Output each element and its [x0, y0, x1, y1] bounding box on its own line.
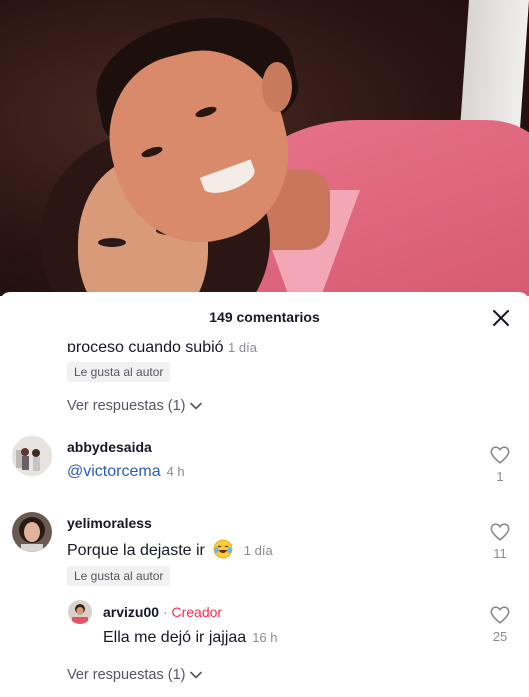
comment-body: @victorcema 4 h [67, 463, 185, 481]
boy-ear [262, 62, 292, 112]
view-replies-button[interactable]: Ver respuestas (1) [67, 667, 203, 683]
reply-username[interactable]: arvizu00 · Creador [103, 604, 222, 620]
mention-link[interactable]: @victorcema [67, 463, 161, 480]
heart-icon [490, 523, 510, 541]
close-icon[interactable] [491, 308, 511, 328]
heart-icon [490, 446, 510, 464]
comment-text: proceso cuando subió [67, 339, 224, 352]
video-frame[interactable] [0, 0, 529, 296]
separator-dot: · [162, 604, 168, 620]
comment-time: 1 día [243, 543, 273, 558]
comment-time: 4 h [166, 464, 185, 479]
like-button[interactable]: 25 [480, 604, 520, 644]
reply-body: Ella me dejó ir jajjaa 16 h [103, 629, 278, 647]
like-button[interactable]: 11 [480, 521, 520, 561]
like-button[interactable]: 1 [480, 444, 520, 484]
view-replies-button[interactable]: Ver respuestas (1) [67, 398, 203, 414]
reply-username-text: arvizu00 [103, 604, 160, 620]
liked-by-author-badge: Le gusta al autor [67, 566, 171, 586]
comment-username[interactable]: yelimoraless [67, 515, 152, 531]
heart-icon [490, 606, 510, 624]
view-replies-label: Ver respuestas (1) [67, 667, 186, 683]
liked-by-author-badge: Le gusta al autor [67, 362, 171, 382]
comment-body: Porque la dejaste ir 1 día [67, 539, 273, 560]
creator-label: Creador [171, 604, 223, 620]
comment-username[interactable]: abbydesaida [67, 439, 152, 455]
truncated-comment-text: proceso cuando subió 1 día [67, 335, 257, 352]
comment-text: Porque la dejaste ir [67, 542, 205, 559]
like-count: 25 [492, 629, 508, 644]
like-count: 11 [493, 546, 507, 561]
avatar[interactable] [12, 512, 52, 552]
avatar[interactable] [12, 436, 52, 476]
girl-eye [98, 238, 126, 247]
like-count: 1 [496, 469, 504, 484]
chevron-down-icon [190, 402, 203, 410]
laughing-crying-emoji-icon [213, 539, 233, 559]
avatar[interactable] [68, 600, 92, 624]
view-replies-label: Ver respuestas (1) [67, 398, 186, 414]
reply-text: Ella me dejó ir jajjaa [103, 629, 247, 646]
reply-time: 16 h [252, 630, 278, 645]
comment-time: 1 día [228, 340, 257, 352]
comment-count-title: 149 comentarios [209, 309, 320, 325]
comments-sheet: 149 comentarios proceso cuando subió 1 d… [0, 292, 529, 697]
chevron-down-icon [190, 671, 203, 679]
